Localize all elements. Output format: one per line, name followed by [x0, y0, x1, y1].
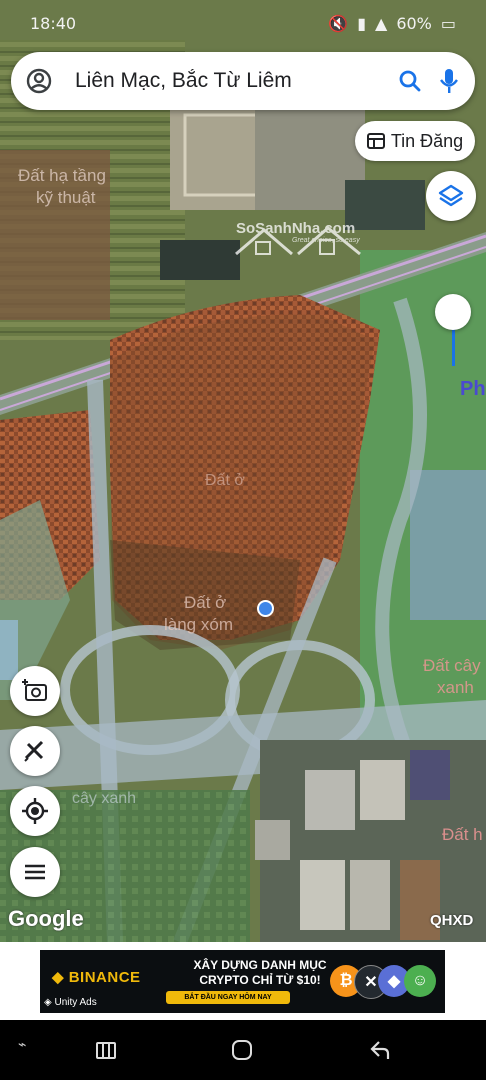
layer-attribution: QHXD — [430, 912, 474, 929]
search-icon[interactable] — [395, 66, 425, 96]
battery-text: 60% — [396, 13, 432, 33]
pepe-icon: ☺ — [404, 965, 436, 997]
map-label-right-green: Đất cây xanh — [423, 655, 481, 699]
home-button[interactable] — [222, 1034, 262, 1066]
label-line: Đất hạ tầng — [18, 166, 106, 185]
current-location-dot[interactable] — [257, 600, 274, 617]
mute-icon: 🔇 — [328, 13, 349, 33]
map-label-village: Đất ở làng xóm — [164, 592, 233, 636]
map-label-edge-right: Ph — [460, 378, 486, 400]
ad-brand: ◆ BINANCE — [52, 969, 141, 986]
nav-extra-icon[interactable]: ⌁ — [18, 1036, 26, 1053]
recent-apps-button[interactable] — [86, 1034, 126, 1066]
layers-icon — [438, 184, 464, 207]
status-icons: 🔇 ▮ ▲ 60% ▭ — [328, 14, 456, 33]
label-line: xanh — [437, 678, 474, 697]
camera-plus-icon — [22, 679, 47, 701]
search-input[interactable]: Liên Mạc, Bắc Từ Liêm — [75, 69, 395, 93]
house-logo-icon — [235, 226, 361, 256]
ad-network-label: ◈ Unity Ads — [44, 997, 97, 1008]
banner-ad[interactable]: ◆ BINANCE XÂY DỰNG DANH MỤC CRYPTO CHỈ T… — [40, 950, 445, 1013]
add-photo-button[interactable] — [10, 666, 60, 716]
search-bar[interactable]: Liên Mạc, Bắc Từ Liêm — [11, 52, 475, 110]
crosshair-icon — [22, 798, 48, 824]
google-logo: Google — [8, 906, 84, 931]
home-icon — [232, 1040, 252, 1060]
slider-handle[interactable] — [435, 294, 471, 330]
listing-icon — [366, 133, 385, 149]
ruler-pencil-icon — [24, 740, 44, 762]
back-icon — [370, 1041, 390, 1059]
wifi-icon: ▲ — [375, 13, 388, 33]
tin-dang-label: Tin Đăng — [390, 130, 464, 151]
my-location-button[interactable] — [10, 786, 60, 836]
status-bar: 18:40 🔇 ▮ ▲ 60% ▭ — [0, 0, 486, 46]
label-line: Đất cây — [423, 656, 481, 675]
layers-button[interactable] — [426, 171, 476, 221]
signal-icon: ▮ — [357, 13, 366, 33]
microphone-icon[interactable] — [437, 66, 461, 96]
menu-button[interactable] — [10, 847, 60, 897]
tin-dang-button[interactable]: Tin Đăng — [355, 121, 475, 161]
opacity-slider[interactable] — [435, 294, 471, 366]
ad-cta-button[interactable]: BẮT ĐẦU NGAY HÔM NAY — [166, 991, 290, 1004]
label-line: Đất ở — [184, 593, 227, 612]
map-label-left-green: cây xanh — [72, 790, 137, 807]
account-icon[interactable] — [25, 67, 53, 95]
ad-network-text: Unity Ads — [54, 997, 97, 1008]
label-line: kỹ thuật — [36, 188, 96, 207]
map-label-bottom-right: Đất h — [442, 825, 483, 844]
watermark: SoSanhNha.com Great choice, so easy — [228, 220, 374, 290]
recents-icon — [96, 1042, 116, 1059]
hamburger-menu-icon — [25, 864, 45, 880]
label-line: làng xóm — [164, 615, 233, 634]
battery-icon: ▭ — [440, 13, 456, 33]
map-label-village-mid: Đất ở — [205, 472, 245, 489]
measure-tool-button[interactable] — [10, 726, 60, 776]
status-time: 18:40 — [30, 13, 77, 33]
ad-headline-line: XÂY DỰNG DANH MỤC — [193, 958, 327, 972]
ad-brand-label: BINANCE — [68, 969, 141, 986]
map-label-top-left: Đất hạ tầng kỹ thuật — [18, 165, 106, 209]
back-button[interactable] — [360, 1034, 400, 1066]
